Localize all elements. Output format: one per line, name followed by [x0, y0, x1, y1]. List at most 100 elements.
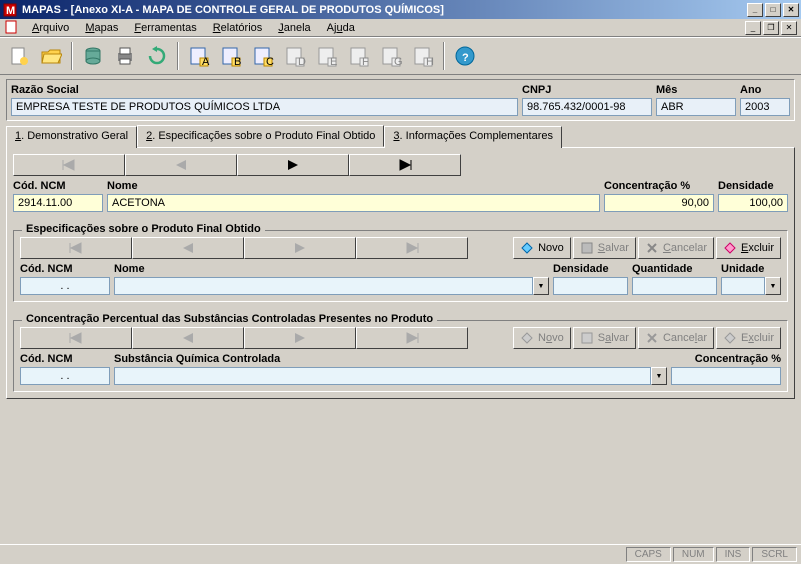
g3-h-ncm: Cód. NCM: [20, 353, 110, 365]
g2-densidade-input[interactable]: [553, 277, 628, 295]
g2-ncm-input[interactable]: . .: [20, 277, 110, 295]
tab-demonstrativo[interactable]: 1. Demonstrativo Geral: [6, 126, 137, 148]
cancelar-button[interactable]: Cancelar: [638, 237, 714, 259]
delete-icon: [723, 241, 737, 255]
report-g-icon[interactable]: G: [376, 41, 406, 71]
menu-janela[interactable]: Janela: [270, 21, 318, 35]
group-concentracao-legend: Concentração Percentual das Substâncias …: [22, 313, 437, 325]
status-scrl: SCRL: [752, 547, 797, 562]
nav-row-1: [13, 154, 788, 176]
dens-value: 100,00: [718, 194, 788, 212]
mdi-restore-button[interactable]: ❐: [763, 21, 779, 35]
g2-last-button[interactable]: [356, 237, 468, 259]
svg-text:F: F: [362, 56, 369, 67]
g2-quantidade-input[interactable]: [632, 277, 717, 295]
diamond-icon: [520, 241, 534, 255]
ano-field: 2003: [740, 98, 790, 116]
chevron-down-icon[interactable]: ▼: [651, 367, 667, 385]
content-area: Razão Social EMPRESA TESTE DE PRODUTOS Q…: [0, 75, 801, 403]
novo-button[interactable]: Novo: [513, 237, 571, 259]
g2-prev-button[interactable]: [132, 237, 244, 259]
g2-h-unid: Unidade: [721, 263, 781, 275]
new-file-icon[interactable]: [4, 41, 34, 71]
g3-salvar-button[interactable]: Salvar: [573, 327, 636, 349]
report-b-icon[interactable]: B: [216, 41, 246, 71]
header-panel: Razão Social EMPRESA TESTE DE PRODUTOS Q…: [6, 79, 795, 121]
g3-h-conc: Concentração %: [671, 353, 781, 365]
open-folder-icon[interactable]: [36, 41, 66, 71]
report-f-icon[interactable]: F: [344, 41, 374, 71]
minimize-button[interactable]: _: [747, 3, 763, 17]
g3-substancia-dropdown[interactable]: ▼: [114, 367, 667, 385]
doc-icon: [4, 20, 20, 36]
h-ncm: Cód. NCM: [13, 180, 103, 192]
last-button[interactable]: [349, 154, 461, 176]
report-e-icon[interactable]: E: [312, 41, 342, 71]
svg-text:C: C: [266, 56, 274, 67]
g3-concentracao-input[interactable]: [671, 367, 781, 385]
chevron-down-icon[interactable]: ▼: [765, 277, 781, 295]
status-bar: CAPS NUM INS SCRL: [0, 544, 801, 564]
report-a-icon[interactable]: A: [184, 41, 214, 71]
razao-field: EMPRESA TESTE DE PRODUTOS QUÍMICOS LTDA: [11, 98, 518, 116]
g2-h-nome: Nome: [114, 263, 549, 275]
svg-text:B: B: [234, 56, 241, 67]
mdi-close-button[interactable]: ✕: [781, 21, 797, 35]
mdi-minimize-button[interactable]: _: [745, 21, 761, 35]
g2-h-dens: Densidade: [553, 263, 628, 275]
status-caps: CAPS: [626, 547, 671, 562]
prev-button[interactable]: [125, 154, 237, 176]
h-dens: Densidade: [718, 180, 788, 192]
menu-ajuda[interactable]: Ajuda: [319, 21, 363, 35]
tab-informacoes[interactable]: 3. Informações Complementares: [384, 126, 562, 148]
cnpj-label: CNPJ: [522, 84, 652, 96]
print-icon[interactable]: [110, 41, 140, 71]
svg-text:G: G: [394, 56, 402, 67]
database-icon[interactable]: [78, 41, 108, 71]
g2-h-ncm: Cód. NCM: [20, 263, 110, 275]
excluir-button[interactable]: Excluir: [716, 237, 781, 259]
g3-cancelar-button[interactable]: Cancelar: [638, 327, 714, 349]
g3-prev-button[interactable]: [132, 327, 244, 349]
close-button[interactable]: ✕: [783, 3, 799, 17]
nome-value: ACETONA: [107, 194, 600, 212]
report-h-icon[interactable]: H: [408, 41, 438, 71]
next-button[interactable]: [237, 154, 349, 176]
g2-first-button[interactable]: [20, 237, 132, 259]
h-conc: Concentração %: [604, 180, 714, 192]
g2-next-button[interactable]: [244, 237, 356, 259]
tab-bar: 1. Demonstrativo Geral 2. Especificações…: [6, 125, 795, 147]
g3-excluir-button[interactable]: Excluir: [716, 327, 781, 349]
report-c-icon[interactable]: C: [248, 41, 278, 71]
maximize-button[interactable]: □: [765, 3, 781, 17]
g3-last-button[interactable]: [356, 327, 468, 349]
g2-unidade-dropdown[interactable]: ▼: [721, 277, 781, 295]
menu-mapas[interactable]: Mapas: [77, 21, 126, 35]
refresh-icon[interactable]: [142, 41, 172, 71]
svg-text:M: M: [6, 5, 15, 17]
save-icon: [580, 241, 594, 255]
menu-bar: Arquivo Mapas Ferramentas Relatórios Jan…: [0, 19, 801, 37]
diamond-icon: [520, 331, 534, 345]
report-d-icon[interactable]: D: [280, 41, 310, 71]
g3-ncm-input[interactable]: . .: [20, 367, 110, 385]
h-nome: Nome: [107, 180, 600, 192]
window-title: MAPAS - [Anexo XI-A - MAPA DE CONTROLE G…: [22, 4, 747, 16]
group-especificacoes: Especificações sobre o Produto Final Obt…: [13, 230, 788, 302]
g3-first-button[interactable]: [20, 327, 132, 349]
menu-relatorios[interactable]: Relatórios: [205, 21, 271, 35]
g3-next-button[interactable]: [244, 327, 356, 349]
g3-novo-button[interactable]: Novo: [513, 327, 571, 349]
delete-icon: [723, 331, 737, 345]
menu-ferramentas[interactable]: Ferramentas: [126, 21, 204, 35]
first-button[interactable]: [13, 154, 125, 176]
help-icon[interactable]: ?: [450, 41, 480, 71]
chevron-down-icon[interactable]: ▼: [533, 277, 549, 295]
cnpj-field: 98.765.432/0001-98: [522, 98, 652, 116]
g2-nome-dropdown[interactable]: ▼: [114, 277, 549, 295]
menu-arquivo[interactable]: Arquivo: [24, 21, 77, 35]
salvar-button[interactable]: Salvar: [573, 237, 636, 259]
tab-especificacoes[interactable]: 2. Especificações sobre o Produto Final …: [137, 125, 384, 147]
svg-text:?: ?: [462, 52, 469, 64]
save-icon: [580, 331, 594, 345]
